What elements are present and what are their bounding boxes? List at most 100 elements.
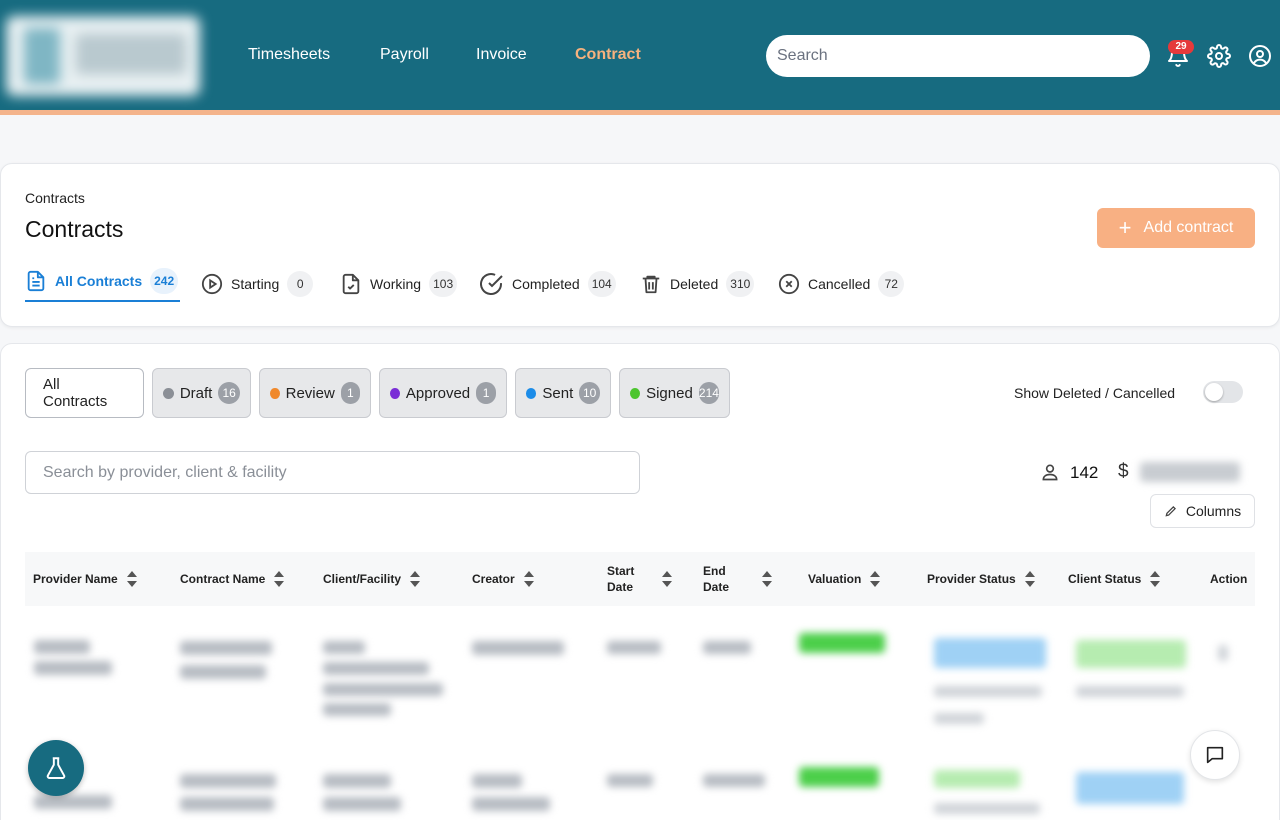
nav-invoice[interactable]: Invoice [476,46,527,64]
column-header-provider-status[interactable]: Provider Status [927,553,1036,605]
gear-icon[interactable] [1207,44,1231,68]
column-header-action: Action [1210,553,1247,605]
pencil-icon [1165,506,1176,517]
provider-status-badge [934,770,1020,788]
start-date-redacted [607,774,653,787]
sort-icon[interactable] [1149,570,1161,588]
sort-icon[interactable] [761,570,773,588]
client-status-badge [1076,640,1186,668]
global-search-input[interactable] [766,35,1150,77]
sort-icon[interactable] [273,570,285,588]
tab-label: Working [370,276,422,292]
filter-count: 10 [579,382,600,404]
tab-completed[interactable]: Completed 104 [480,264,616,304]
filter-label: Review [285,384,335,402]
status-dot [163,387,174,399]
filter-signed[interactable]: Signed 214 [619,368,730,418]
contract-search-input[interactable] [25,451,640,494]
nav-payroll[interactable]: Payroll [380,46,429,64]
provider-count: 142 [1070,463,1099,482]
add-contract-label: Add contract [1143,219,1234,236]
tab-deleted[interactable]: Deleted 310 [640,264,755,304]
nav-contract[interactable]: Contract [575,46,641,64]
filter-label: Signed [646,384,693,402]
show-deleted-label: Show Deleted / Cancelled [1014,385,1176,401]
contract-name-redacted [180,797,274,811]
filter-label: Draft [179,384,213,402]
navbar-accent-line [0,110,1280,115]
column-header-client-status[interactable]: Client Status [1068,553,1161,605]
row-action-menu[interactable] [1218,645,1228,661]
column-header-contract-name[interactable]: Contract Name [180,553,285,605]
filter-draft[interactable]: Draft 16 [152,368,251,418]
column-label: Start Date [607,564,635,594]
column-header-provider-name[interactable]: Provider Name [33,553,138,605]
provider-status-note [934,686,1042,697]
sort-icon[interactable] [409,570,421,588]
tab-label: Starting [231,276,280,292]
tab-cancelled[interactable]: Cancelled 72 [778,264,905,304]
chat-button[interactable] [1190,730,1240,780]
provider-name-redacted [34,795,112,809]
tab-all-contracts[interactable]: All Contracts 242 [25,262,181,302]
provider-status-note [934,713,984,724]
lab-flask-button[interactable] [28,740,84,796]
column-label: Valuation [808,572,862,586]
filter-sent[interactable]: Sent 10 [515,368,611,418]
sort-icon[interactable] [523,570,535,588]
tab-count: 310 [726,271,755,297]
company-logo[interactable] [6,16,200,96]
filter-all-contracts[interactable]: All Contracts [25,368,144,418]
column-header-start-date[interactable]: Start Date [607,553,673,605]
column-header-client-facility[interactable]: Client/Facility [323,553,421,605]
filter-label: Approved [405,384,471,402]
filter-count: 214 [698,382,719,404]
creator-redacted [472,641,564,655]
client-facility-redacted [323,774,391,788]
column-label: End Date [703,564,730,594]
sort-icon[interactable] [869,570,881,588]
client-status-badge [1076,772,1184,804]
filter-review[interactable]: Review 1 [259,368,371,418]
notification-badge: 29 [1168,40,1194,54]
check-circle-icon [480,273,503,296]
columns-button[interactable]: Columns [1150,494,1255,528]
user-account-icon[interactable] [1248,44,1272,68]
provider-name-redacted [34,640,90,654]
column-label: Client Status [1068,572,1142,586]
tab-count: 0 [287,271,314,297]
end-date-redacted [703,774,765,787]
breadcrumb[interactable]: Contracts [25,190,85,206]
column-header-creator[interactable]: Creator [472,553,535,605]
add-contract-button[interactable]: + Add contract [1097,208,1255,248]
filter-label: Sent [542,384,574,402]
filter-count: 16 [218,382,240,404]
creator-redacted [472,774,522,788]
tab-working[interactable]: Working 103 [340,264,458,304]
column-header-valuation[interactable]: Valuation [808,553,881,605]
chat-bubble-icon [1206,746,1224,764]
client-facility-redacted [323,683,443,696]
start-date-redacted [607,641,661,654]
valuation-redacted [799,633,885,653]
tab-count: 104 [587,271,616,297]
tab-label: Completed [512,276,580,292]
trash-icon [642,275,660,294]
filter-label: All Contracts [43,376,108,410]
tab-count: 103 [429,271,458,297]
show-deleted-toggle[interactable] [1203,381,1243,403]
status-dot [270,387,280,399]
sort-icon[interactable] [661,570,673,588]
creator-redacted [472,797,550,811]
column-label: Provider Status [927,572,1016,586]
sort-icon[interactable] [126,570,138,588]
tab-label: Deleted [670,276,719,292]
document-icon [27,270,45,292]
provider-name-redacted [34,661,112,675]
column-header-end-date[interactable]: End Date [703,553,773,605]
tab-starting[interactable]: Starting 0 [201,264,314,304]
sort-icon[interactable] [1024,570,1036,588]
person-icon [1040,462,1060,487]
filter-approved[interactable]: Approved 1 [379,368,507,418]
nav-timesheets[interactable]: Timesheets [248,46,330,64]
